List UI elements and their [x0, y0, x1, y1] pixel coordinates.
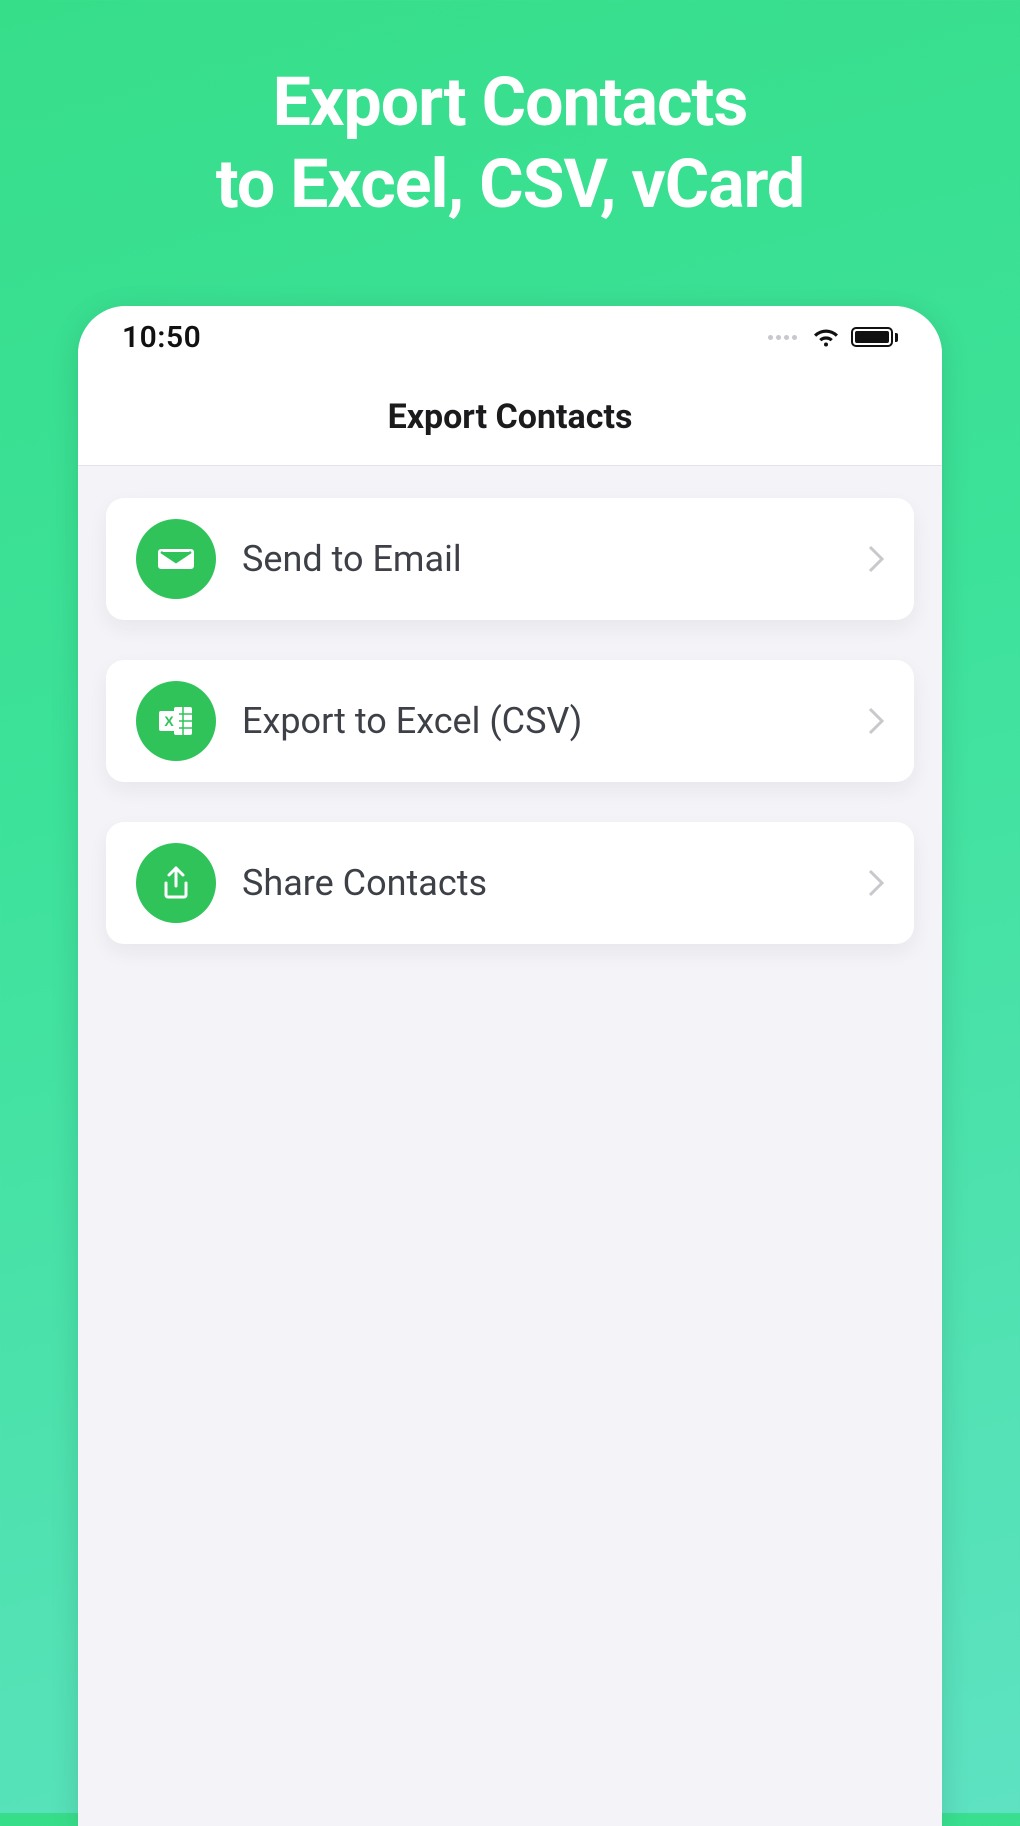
hero-title-line1: Export Contacts [0, 62, 1020, 144]
navbar: Export Contacts [78, 368, 942, 466]
battery-icon [851, 327, 898, 347]
option-label: Share Contacts [242, 862, 868, 904]
phone-frame: 10:50 Export Contacts Send to Email [78, 306, 942, 1826]
wifi-icon [811, 326, 841, 348]
option-label: Export to Excel (CSV) [242, 700, 868, 742]
cellular-dots-icon [768, 335, 797, 340]
share-icon [136, 843, 216, 923]
option-label: Send to Email [242, 538, 868, 580]
option-send-email[interactable]: Send to Email [106, 498, 914, 620]
mail-icon [136, 519, 216, 599]
option-share-contacts[interactable]: Share Contacts [106, 822, 914, 944]
hero-title-line2: to Excel, CSV, vCard [0, 144, 1020, 226]
status-time: 10:50 [122, 320, 201, 355]
chevron-right-icon [868, 545, 884, 573]
hero-title: Export Contacts to Excel, CSV, vCard [0, 0, 1020, 225]
navbar-title: Export Contacts [388, 397, 633, 437]
chevron-right-icon [868, 707, 884, 735]
status-indicators [768, 326, 898, 348]
svg-text:X: X [164, 713, 174, 729]
status-bar: 10:50 [78, 306, 942, 368]
chevron-right-icon [868, 869, 884, 897]
option-export-excel[interactable]: X Export to Excel (CSV) [106, 660, 914, 782]
options-list: Send to Email X Export to Excel (CSV) [78, 466, 942, 944]
excel-icon: X [136, 681, 216, 761]
